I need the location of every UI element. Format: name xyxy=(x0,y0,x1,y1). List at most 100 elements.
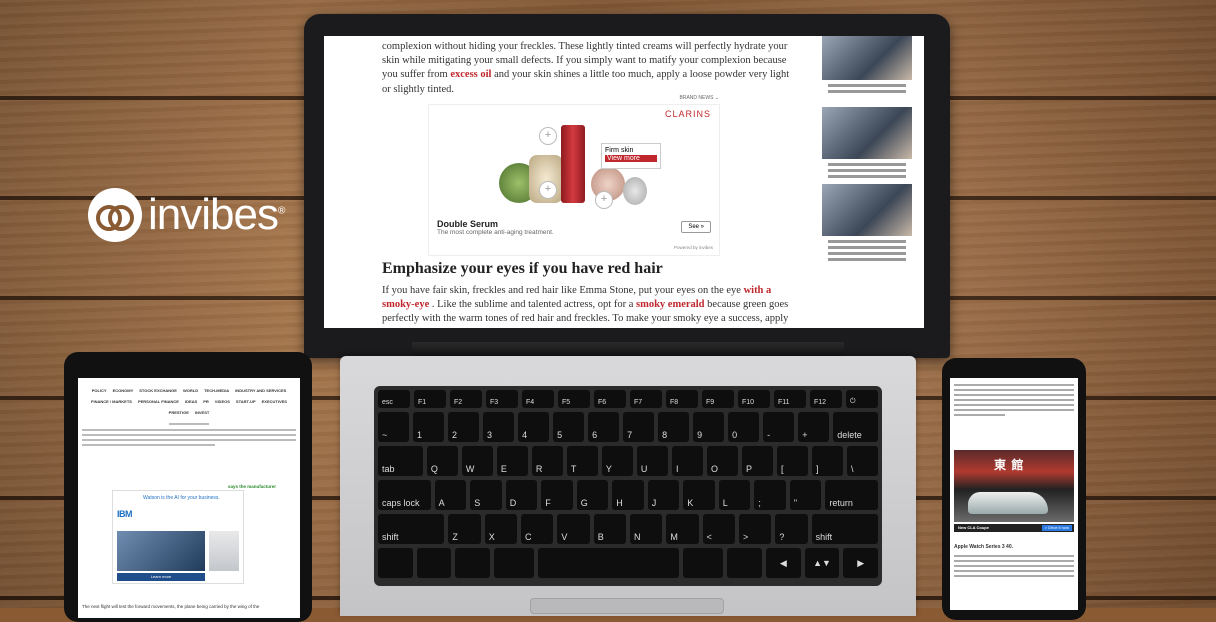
key-1[interactable]: 1 xyxy=(413,412,445,442)
product-tooltip[interactable]: Firm skin View more xyxy=(601,143,661,169)
key-caps-lock[interactable]: caps lock xyxy=(378,480,431,510)
tablet-nav-item[interactable]: VIDEOS xyxy=(215,399,230,404)
key--[interactable]: " xyxy=(789,480,822,510)
tablet-nav-item[interactable]: IDEAS xyxy=(185,399,197,404)
tablet-nav-item[interactable]: START-UP xyxy=(236,399,256,404)
key[interactable] xyxy=(494,548,535,578)
tablet-nav-item[interactable]: INDUSTRY AND SERVICES xyxy=(235,388,286,393)
key-2[interactable]: 2 xyxy=(448,412,480,442)
key-j[interactable]: J xyxy=(647,480,680,510)
tablet-nav-item[interactable]: FINANCE / MARKETS xyxy=(91,399,132,404)
key-f1[interactable]: F1 xyxy=(414,390,446,408)
right-arrow-key[interactable]: ▶ xyxy=(843,548,879,578)
key-7[interactable]: 7 xyxy=(623,412,655,442)
key--[interactable]: < xyxy=(702,514,735,544)
key-shift[interactable]: shift xyxy=(811,514,879,544)
key[interactable] xyxy=(683,548,724,578)
key-x[interactable]: X xyxy=(484,514,518,544)
native-ad-unit[interactable]: BRAND NEWS ⌄ CLARINS + + + Firm skin Vie… xyxy=(428,95,720,256)
key-l[interactable]: L xyxy=(718,480,751,510)
key-n[interactable]: N xyxy=(630,514,663,544)
key-v[interactable]: V xyxy=(557,514,590,544)
key-d[interactable]: D xyxy=(505,480,538,510)
tablet-nav-item[interactable]: PR xyxy=(203,399,209,404)
excess-oil-link[interactable]: excess oil xyxy=(450,69,491,80)
key-t[interactable]: T xyxy=(566,446,598,476)
key-g[interactable]: G xyxy=(576,480,609,510)
key-6[interactable]: 6 xyxy=(588,412,620,442)
phone-ad-bar[interactable]: New CLA Coupe > Drive it now xyxy=(954,524,1074,532)
spacebar[interactable] xyxy=(538,548,680,578)
tablet-ad-video[interactable] xyxy=(117,531,205,571)
learn-more-button[interactable]: Learn more xyxy=(117,573,205,581)
key--[interactable]: ~ xyxy=(378,412,410,442)
tablet-nav-item[interactable]: WORLD xyxy=(183,388,198,393)
key-b[interactable]: B xyxy=(593,514,627,544)
key-m[interactable]: M xyxy=(666,514,699,544)
key-f4[interactable]: F4 xyxy=(522,390,554,408)
key-w[interactable]: W xyxy=(461,446,493,476)
key-s[interactable]: S xyxy=(470,480,502,510)
key[interactable] xyxy=(416,548,452,578)
key-return[interactable]: return xyxy=(825,480,879,510)
key--[interactable]: ⏻ xyxy=(846,390,878,408)
key-f7[interactable]: F7 xyxy=(630,390,662,408)
key-o[interactable]: O xyxy=(706,446,738,476)
key-r[interactable]: R xyxy=(531,446,563,476)
hotspot-plus-icon[interactable]: + xyxy=(539,181,557,199)
tablet-nav-item[interactable]: EXECUTIVES xyxy=(262,399,287,404)
tablet-nav-item[interactable]: STOCK EXCHANGE xyxy=(139,388,177,393)
key-4[interactable]: 4 xyxy=(518,412,550,442)
tablet-nav-item[interactable]: INVEST xyxy=(195,410,209,415)
key[interactable] xyxy=(455,548,491,578)
key-8[interactable]: 8 xyxy=(658,412,690,442)
smoky-emerald-link[interactable]: smoky emerald xyxy=(636,299,705,310)
key-9[interactable]: 9 xyxy=(693,412,725,442)
key--[interactable]: \ xyxy=(847,446,879,476)
trackpad[interactable] xyxy=(530,598,724,614)
drive-it-now-button[interactable]: > Drive it now xyxy=(1041,525,1072,531)
key-f6[interactable]: F6 xyxy=(594,390,626,408)
tablet-green-link[interactable]: says the manufacturer xyxy=(228,484,276,489)
key-u[interactable]: U xyxy=(636,446,668,476)
see-button[interactable]: See » xyxy=(681,221,711,233)
key--[interactable]: ] xyxy=(812,446,844,476)
key--[interactable]: ; xyxy=(754,480,786,510)
tablet-nav-item[interactable]: POLICY xyxy=(92,388,107,393)
hotspot-plus-icon[interactable]: + xyxy=(595,191,613,209)
key[interactable] xyxy=(727,548,763,578)
hotspot-plus-icon[interactable]: + xyxy=(539,127,557,145)
key-f2[interactable]: F2 xyxy=(450,390,482,408)
key-p[interactable]: P xyxy=(741,446,773,476)
up-down-arrow-key[interactable]: ▲▼ xyxy=(804,548,840,578)
key-z[interactable]: Z xyxy=(448,514,481,544)
key-a[interactable]: A xyxy=(434,480,467,510)
key-k[interactable]: K xyxy=(683,480,715,510)
key-f10[interactable]: F10 xyxy=(738,390,770,408)
key[interactable] xyxy=(378,548,413,578)
key-tab[interactable]: tab xyxy=(378,446,423,476)
tablet-ad-unit[interactable]: IBM Watson is the AI for your business. … xyxy=(112,490,244,584)
tablet-nav-item[interactable]: PRESTIGE xyxy=(169,410,189,415)
key--[interactable]: - xyxy=(763,412,795,442)
key-esc[interactable]: esc xyxy=(378,390,410,408)
key-f8[interactable]: F8 xyxy=(666,390,698,408)
key-i[interactable]: I xyxy=(671,446,703,476)
key-f11[interactable]: F11 xyxy=(774,390,806,408)
key-c[interactable]: C xyxy=(521,514,554,544)
view-more-button[interactable]: View more xyxy=(605,155,657,162)
key-shift[interactable]: shift xyxy=(378,514,445,544)
key-0[interactable]: 0 xyxy=(728,412,760,442)
left-arrow-key[interactable]: ◀ xyxy=(766,548,801,578)
tablet-nav-item[interactable]: PERSONAL FINANCE xyxy=(138,399,179,404)
key-3[interactable]: 3 xyxy=(483,412,515,442)
key-e[interactable]: E xyxy=(496,446,528,476)
key--[interactable]: [ xyxy=(776,446,808,476)
sidebar-thumbnail[interactable] xyxy=(822,36,912,80)
key-f5[interactable]: F5 xyxy=(558,390,590,408)
tablet-nav-item[interactable]: TECH-MEDIA xyxy=(204,388,229,393)
key-f9[interactable]: F9 xyxy=(702,390,734,408)
sidebar-thumbnail[interactable] xyxy=(822,184,912,236)
key-f12[interactable]: F12 xyxy=(810,390,842,408)
key-q[interactable]: Q xyxy=(426,446,458,476)
